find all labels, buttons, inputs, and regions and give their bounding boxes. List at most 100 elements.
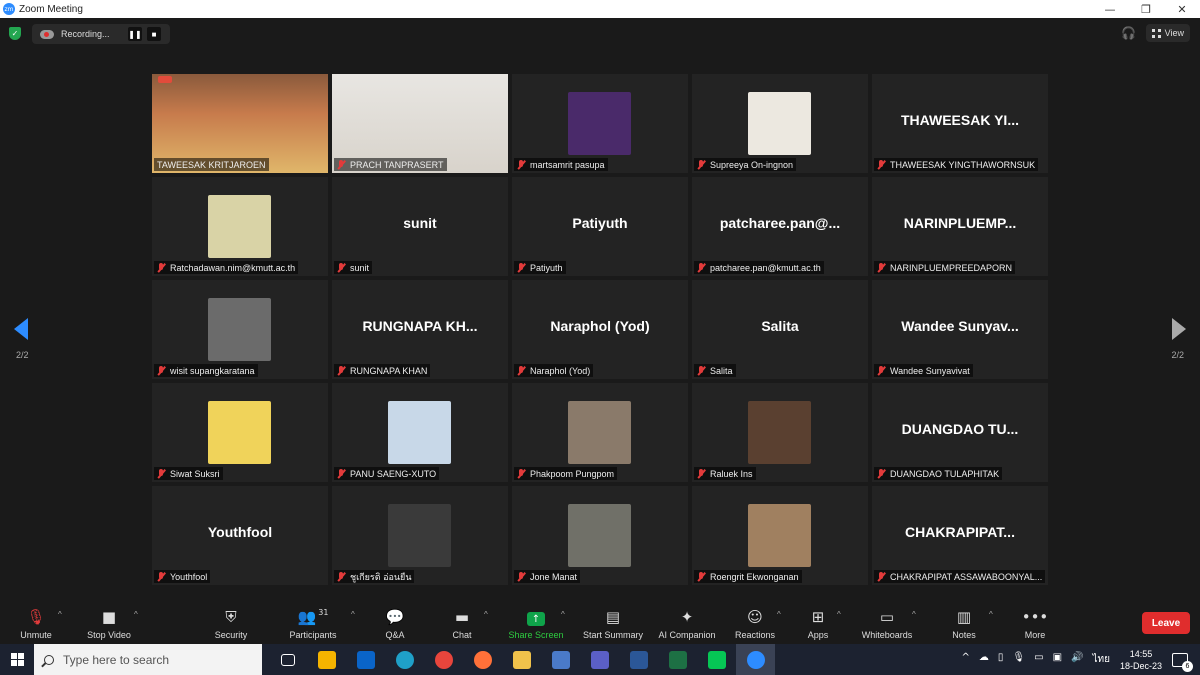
participant-tile[interactable]: THAWEESAK YI... THAWEESAK YINGTHAWORNSUK xyxy=(872,74,1048,173)
notification-center-icon[interactable]: 6 xyxy=(1172,652,1193,672)
video-options-caret-icon[interactable]: ^ xyxy=(134,610,138,619)
close-button[interactable]: ✕ xyxy=(1164,0,1200,18)
language-indicator[interactable]: ไทย xyxy=(1092,652,1109,667)
more-button[interactable]: ••• More xyxy=(995,604,1075,640)
microsoft-store-app-button[interactable] xyxy=(307,644,346,675)
pinned-apps xyxy=(268,644,775,675)
volume-icon[interactable]: 🔊 xyxy=(1071,652,1083,667)
microphone-icon[interactable]: 🎙 xyxy=(1012,652,1025,667)
task-view-app-button[interactable] xyxy=(268,644,307,675)
windows-start-button[interactable] xyxy=(0,644,34,675)
onedrive-cloud-icon[interactable]: ☁ xyxy=(979,652,989,667)
teams-icon xyxy=(590,650,609,669)
security-button[interactable]: ⛨ Security xyxy=(191,604,271,640)
excel-app-button[interactable] xyxy=(658,644,697,675)
participant-tile[interactable]: TAWEESAK KRITJAROEN xyxy=(152,74,328,173)
participant-tile[interactable]: Wandee Sunyav... Wandee Sunyavivat xyxy=(872,280,1048,379)
share-caret-icon[interactable]: ^ xyxy=(561,610,565,619)
participant-tile[interactable]: Naraphol (Yod) Naraphol (Yod) xyxy=(512,280,688,379)
outlook-app-button[interactable] xyxy=(346,644,385,675)
audio-device-icon[interactable]: 🎧 xyxy=(1121,25,1136,41)
start-summary-button[interactable]: ▤ Start Summary xyxy=(573,604,653,640)
participant-display-name: patcharee.pan@... xyxy=(719,215,841,231)
participant-tile[interactable]: NARINPLUEMP... NARINPLUEMPREEDAPORN xyxy=(872,177,1048,276)
participant-tile[interactable]: Jone Manat xyxy=(512,486,688,585)
chrome-app-button[interactable] xyxy=(424,644,463,675)
stop-recording-button[interactable]: ■ xyxy=(147,27,161,41)
chevron-up-icon[interactable]: ^ xyxy=(962,652,970,667)
next-page-arrow-icon[interactable] xyxy=(1172,318,1186,340)
participant-tile[interactable]: Roengrit Ekwonganan xyxy=(692,486,868,585)
participant-tile[interactable]: RUNGNAPA KH... RUNGNAPA KHAN xyxy=(332,280,508,379)
search-placeholder: Type here to search xyxy=(63,652,170,667)
participant-tile[interactable]: martsamrit pasupa xyxy=(512,74,688,173)
previous-page-arrow-icon[interactable] xyxy=(14,318,28,340)
line-app-button[interactable] xyxy=(697,644,736,675)
notes-label: Notes xyxy=(952,630,976,640)
participant-tile[interactable]: Supreeya On-ingnon xyxy=(692,74,868,173)
participant-avatar xyxy=(568,504,631,567)
whiteboards-caret-icon[interactable]: ^ xyxy=(912,610,916,619)
remote-app-app-button[interactable] xyxy=(541,644,580,675)
zoom-logo-icon: zm xyxy=(3,3,15,15)
unmute-button[interactable]: 🎙 Unmute xyxy=(0,604,76,640)
participant-tile[interactable]: PRACH TANPRASERT xyxy=(332,74,508,173)
security-shield-icon[interactable]: ✓ xyxy=(9,27,21,40)
participants-button[interactable]: 👥 31 Participants xyxy=(273,604,353,640)
muted-microphone-icon xyxy=(877,262,886,273)
apps-button[interactable]: ⊞ Apps xyxy=(778,604,858,640)
participant-tile[interactable]: Siwat Suksri xyxy=(152,383,328,482)
participant-tile[interactable]: CHAKRAPIPAT... CHAKRAPIPAT ASSAWABOONYAL.… xyxy=(872,486,1048,585)
microphone-muted-icon: 🎙 xyxy=(26,608,46,626)
view-button[interactable]: View xyxy=(1145,24,1190,42)
participant-avatar xyxy=(388,401,451,464)
line-icon xyxy=(707,650,726,669)
participant-name: Youthfool xyxy=(170,571,208,582)
page-indicator-left: 2/2 xyxy=(16,350,29,360)
muted-microphone-icon xyxy=(517,262,526,273)
participant-display-name: Youthfool xyxy=(207,524,273,540)
participant-tile[interactable]: Salita Salita xyxy=(692,280,868,379)
participant-tile[interactable]: patcharee.pan@... patcharee.pan@kmutt.ac.… xyxy=(692,177,868,276)
file-explorer-app-button[interactable] xyxy=(502,644,541,675)
edge-app-button[interactable] xyxy=(385,644,424,675)
participant-tile[interactable]: Phakpoom Pungpom xyxy=(512,383,688,482)
teams-app-button[interactable] xyxy=(580,644,619,675)
pause-recording-button[interactable]: ❚❚ xyxy=(128,27,142,41)
firefox-app-button[interactable] xyxy=(463,644,502,675)
participant-name: Phakpoom Pungpom xyxy=(530,468,615,479)
zoom-app-button[interactable] xyxy=(736,644,775,675)
participant-name: Jone Manat xyxy=(530,571,578,582)
chat-caret-icon[interactable]: ^ xyxy=(484,610,488,619)
battery-icon[interactable]: ▭ xyxy=(1034,652,1043,667)
participant-name-label: RUNGNAPA KHAN xyxy=(334,364,431,377)
minimize-button[interactable]: — xyxy=(1092,0,1128,18)
participant-name: TAWEESAK KRITJAROEN xyxy=(157,159,266,170)
chat-button[interactable]: ▬ Chat xyxy=(422,604,502,640)
participant-tile[interactable]: Patiyuth Patiyuth xyxy=(512,177,688,276)
apps-caret-icon[interactable]: ^ xyxy=(837,610,841,619)
maximize-button[interactable]: ❐ xyxy=(1128,0,1164,18)
leave-button[interactable]: Leave xyxy=(1142,612,1190,634)
taskbar-search-box[interactable]: Type here to search xyxy=(34,644,262,675)
word-app-button[interactable] xyxy=(619,644,658,675)
network-icon[interactable]: ▣ xyxy=(1053,652,1062,667)
participant-tile[interactable]: DUANGDAO TU... DUANGDAO TULAPHITAK xyxy=(872,383,1048,482)
taskbar-clock[interactable]: 14:55 18-Dec-23 xyxy=(1120,648,1162,672)
participant-tile[interactable]: sunit sunit xyxy=(332,177,508,276)
notes-caret-icon[interactable]: ^ xyxy=(989,610,993,619)
participant-tile[interactable]: Youthfool Youthfool xyxy=(152,486,328,585)
participant-tile[interactable]: PANU SAENG-XUTO xyxy=(332,383,508,482)
participant-tile[interactable]: ชูเกียรติ อ่อนยืน xyxy=(332,486,508,585)
participant-tile[interactable]: Raluek Ins xyxy=(692,383,868,482)
audio-options-caret-icon[interactable]: ^ xyxy=(58,610,62,619)
participant-avatar xyxy=(208,195,271,258)
participant-name-label: Youthfool xyxy=(154,570,211,583)
participant-tile[interactable]: Ratchadawan.nim@kmutt.ac.th xyxy=(152,177,328,276)
system-tray: ^ ☁ ▯ 🎙 ▭ ▣ 🔊 ไทย 14:55 18-Dec-23 6 xyxy=(962,644,1200,675)
participant-display-name: Naraphol (Yod) xyxy=(550,318,650,334)
participant-name: wisit supangkaratana xyxy=(170,365,255,376)
apps-icon: ⊞ xyxy=(811,608,825,626)
participant-tile[interactable]: wisit supangkaratana xyxy=(152,280,328,379)
device-icon[interactable]: ▯ xyxy=(998,652,1004,667)
